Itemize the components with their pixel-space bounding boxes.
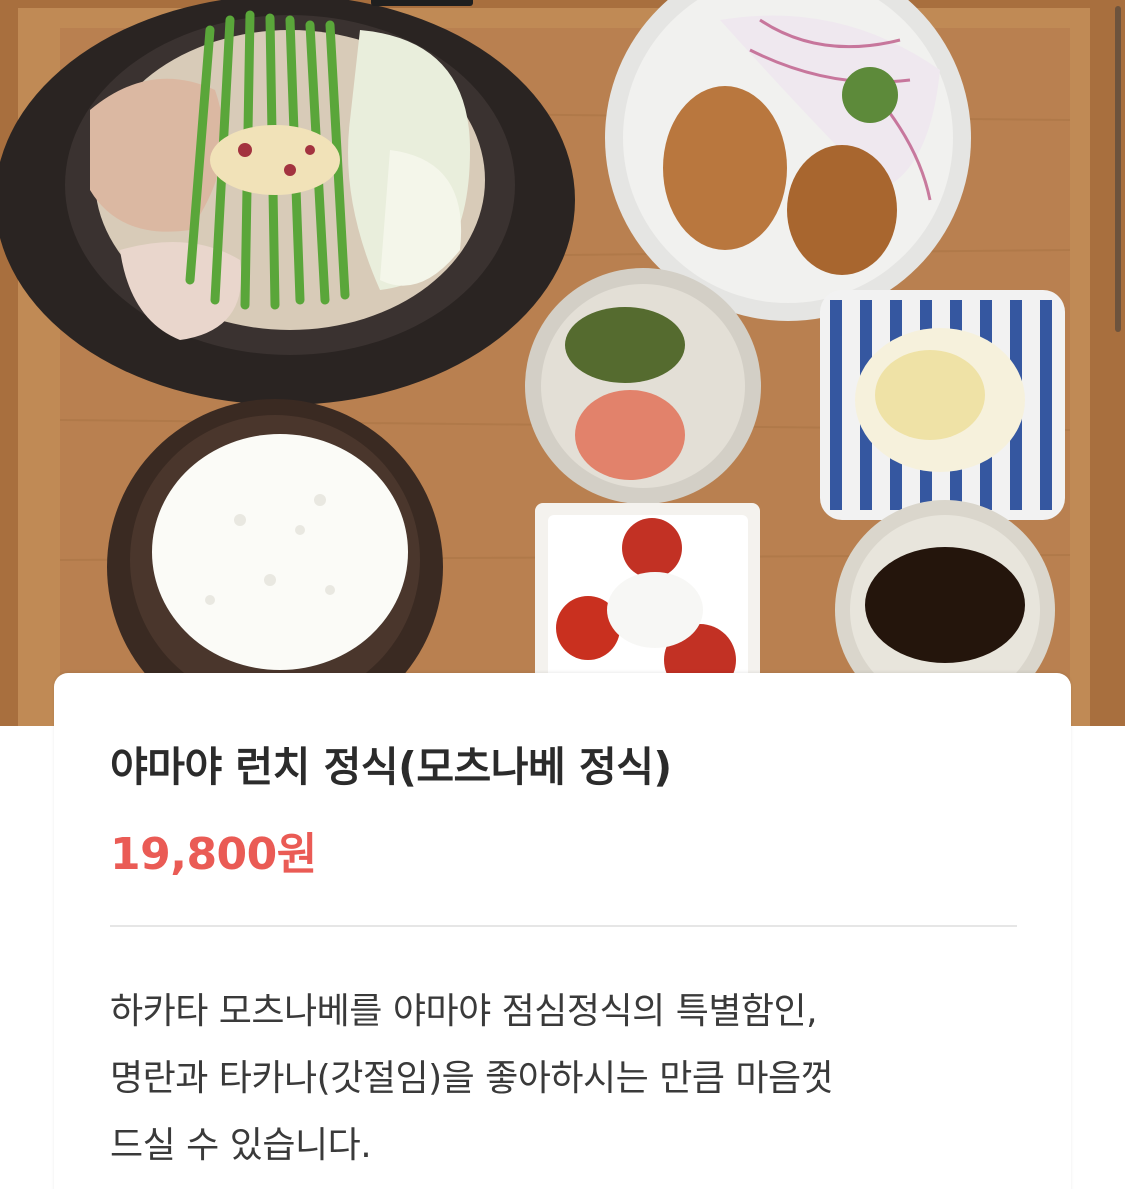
product-price: 19,800원 <box>110 829 317 880</box>
scrollbar[interactable] <box>1115 6 1121 332</box>
description-line: 드실 수 있습니다. <box>110 1125 372 1166</box>
drag-handle[interactable] <box>371 0 473 6</box>
product-detail-page: 야마야 런치 정식(모츠나베 정식) 19,800원 하카타 모츠나베를 야마야… <box>0 0 1125 1189</box>
product-photo <box>0 0 1125 726</box>
description-line: 명란과 타카나(갓절임)을 좋아하시는 만큼 마음껏 <box>110 1058 834 1099</box>
product-title: 야마야 런치 정식(모츠나베 정식) <box>110 743 672 791</box>
description-line: 하카타 모츠나베를 야마야 점심정식의 특별함인, <box>110 991 818 1032</box>
divider <box>110 925 1017 927</box>
product-info-card: 야마야 런치 정식(모츠나베 정식) 19,800원 하카타 모츠나베를 야마야… <box>54 673 1071 1189</box>
product-description: 하카타 모츠나베를 야마야 점심정식의 특별함인, 명란과 타카나(갓절임)을 … <box>110 978 1020 1179</box>
